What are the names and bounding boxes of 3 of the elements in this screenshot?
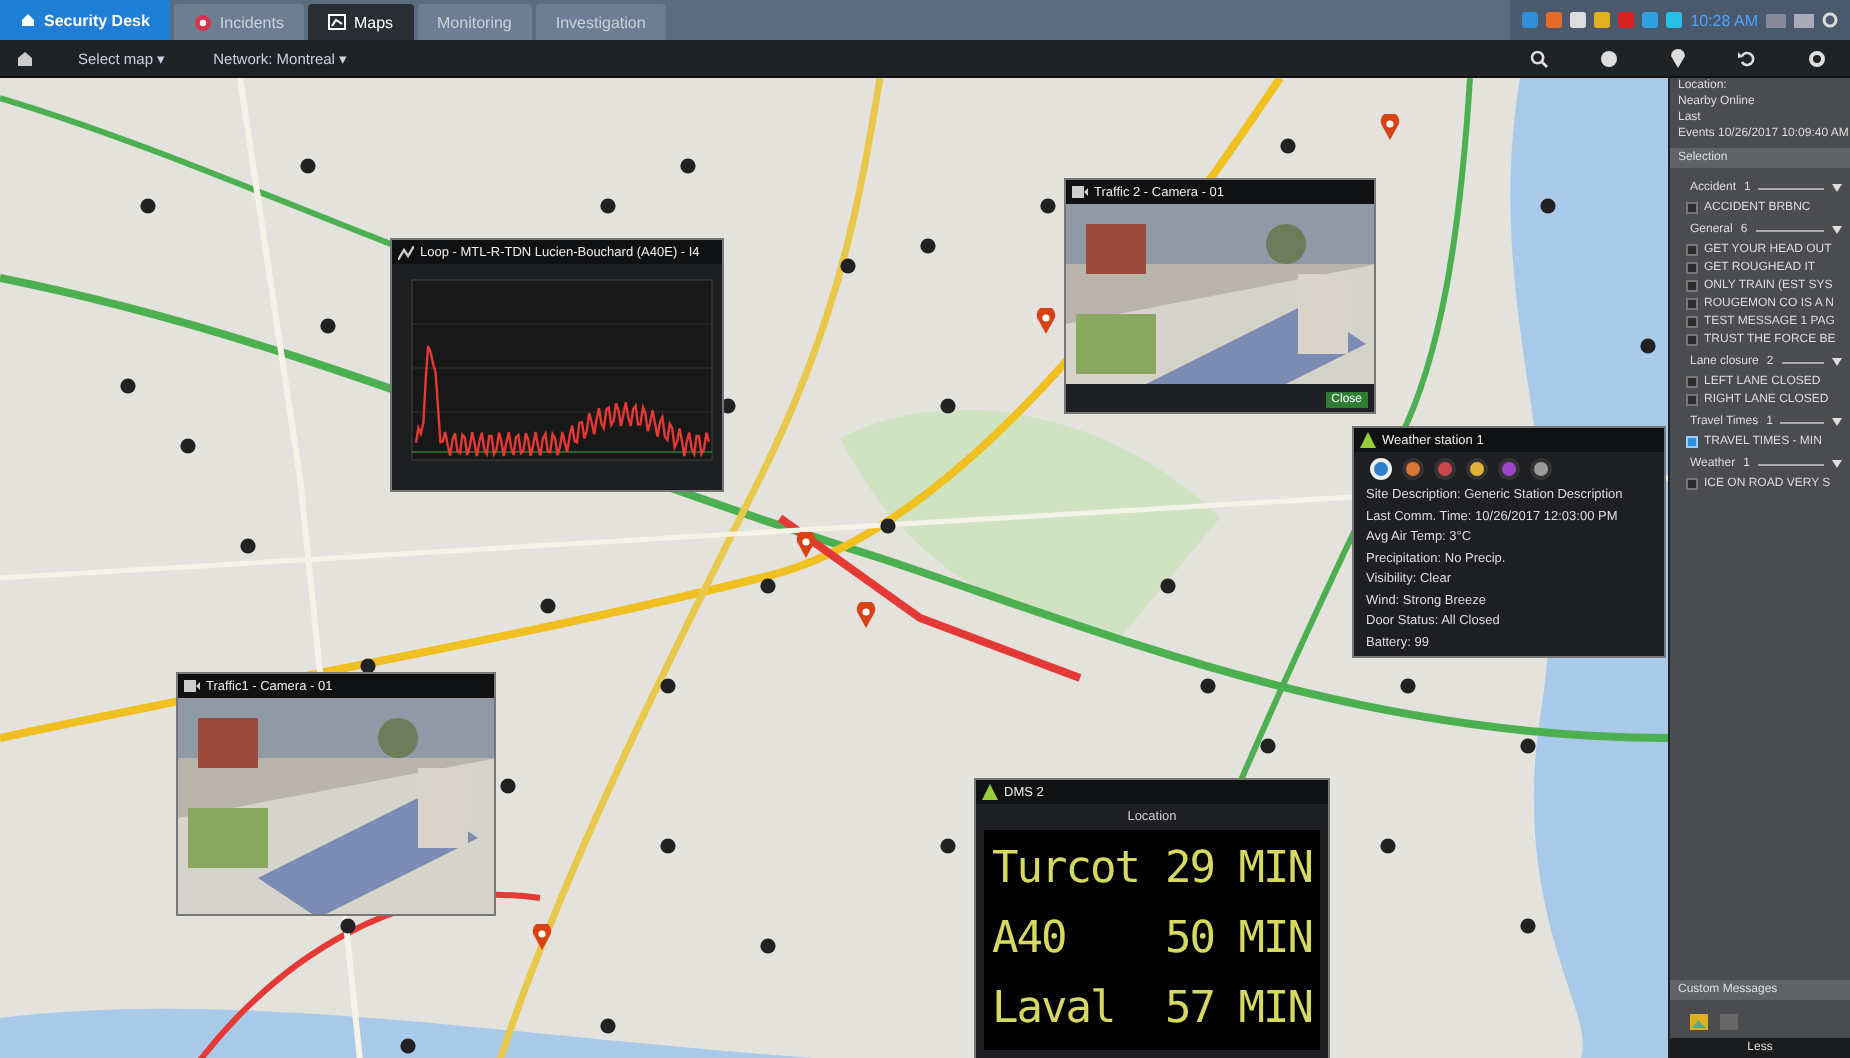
tab[interactable]: Security Desk <box>0 0 170 40</box>
clock: 10:28 AM <box>1690 11 1758 29</box>
tab[interactable]: Maps <box>307 4 414 40</box>
